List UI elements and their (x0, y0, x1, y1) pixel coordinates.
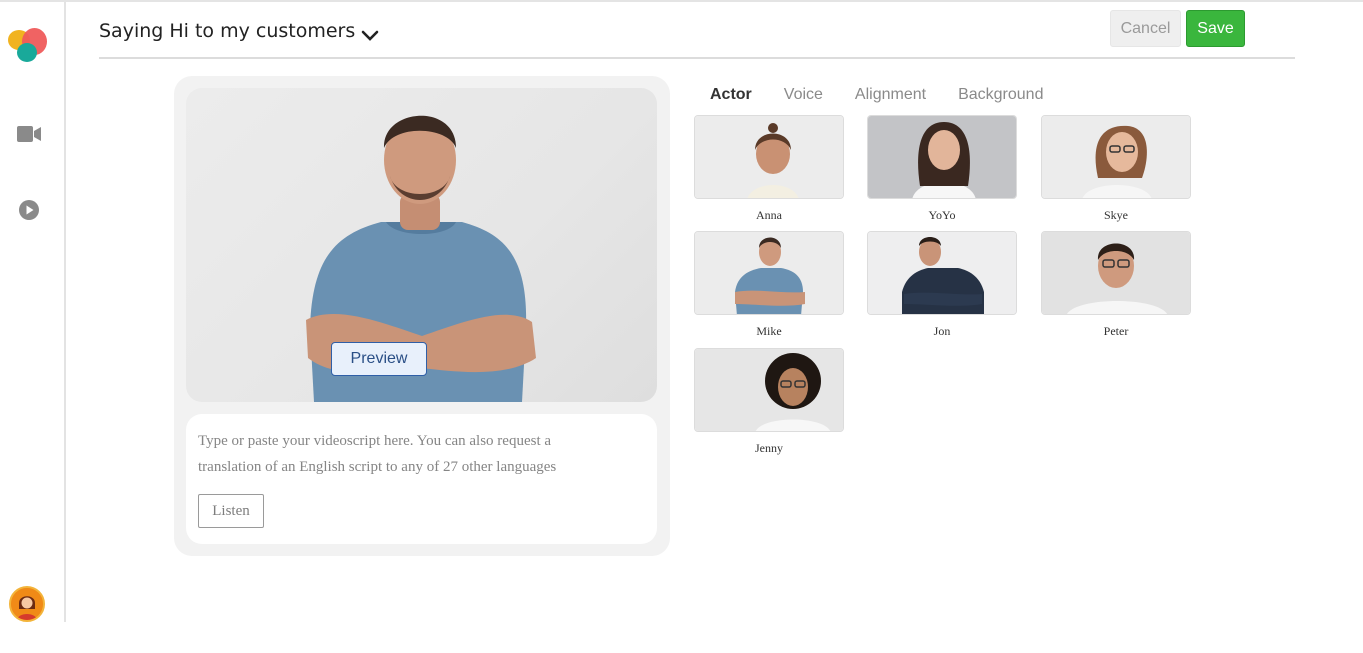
actor-name: Jenny (755, 441, 783, 455)
cancel-button[interactable]: Cancel (1110, 10, 1181, 47)
sidebar (0, 2, 66, 622)
user-avatar[interactable] (9, 586, 45, 622)
actor-name: Jon (933, 324, 951, 338)
editor-panel: Preview Type or paste your videoscript h… (174, 76, 670, 556)
actor-thumbnail (694, 348, 844, 432)
tab-actor[interactable]: Actor (710, 86, 752, 110)
actor-name: Mike (756, 324, 782, 338)
actor-thumbnail (867, 231, 1017, 315)
listen-button[interactable]: Listen (198, 494, 264, 528)
actor-thumbnail (694, 115, 844, 199)
tab-background[interactable]: Background (958, 86, 1043, 110)
chevron-down-icon (361, 25, 379, 41)
actor-card-anna[interactable]: Anna (694, 115, 844, 223)
actor-name: Anna (756, 208, 782, 222)
actor-thumbnail (867, 115, 1017, 199)
actor-name: Peter (1103, 324, 1129, 338)
tab-alignment[interactable]: Alignment (855, 86, 926, 110)
preview-button[interactable]: Preview (331, 342, 427, 376)
header: Saying Hi to my customers Cancel Save (99, 2, 1295, 59)
save-button[interactable]: Save (1186, 10, 1245, 47)
actor-thumbnail (1041, 231, 1191, 315)
play-circle-icon[interactable] (16, 197, 42, 223)
actor-card-jon[interactable]: Jon (867, 231, 1017, 339)
actor-name: YoYo (928, 208, 956, 222)
project-title-dropdown[interactable]: Saying Hi to my customers (99, 20, 379, 42)
actor-preview-image: Preview (186, 88, 657, 402)
actor-card-skye[interactable]: Skye (1041, 115, 1191, 223)
settings-tabs: Actor Voice Alignment Background (694, 86, 1075, 110)
actor-card-mike[interactable]: Mike (694, 231, 844, 339)
app-logo[interactable] (8, 28, 50, 66)
actor-card-jenny[interactable]: Jenny (694, 348, 844, 456)
project-title: Saying Hi to my customers (99, 20, 356, 42)
actor-thumbnail (1041, 115, 1191, 199)
script-input[interactable]: Type or paste your videoscript here. You… (198, 428, 618, 480)
video-camera-icon[interactable] (16, 121, 42, 147)
script-box[interactable]: Type or paste your videoscript here. You… (186, 414, 657, 544)
actor-name: Skye (1104, 208, 1128, 222)
actor-thumbnail (694, 231, 844, 315)
tab-voice[interactable]: Voice (784, 86, 823, 110)
actor-card-peter[interactable]: Peter (1041, 231, 1191, 339)
actor-card-yoyo[interactable]: YoYo (867, 115, 1017, 223)
